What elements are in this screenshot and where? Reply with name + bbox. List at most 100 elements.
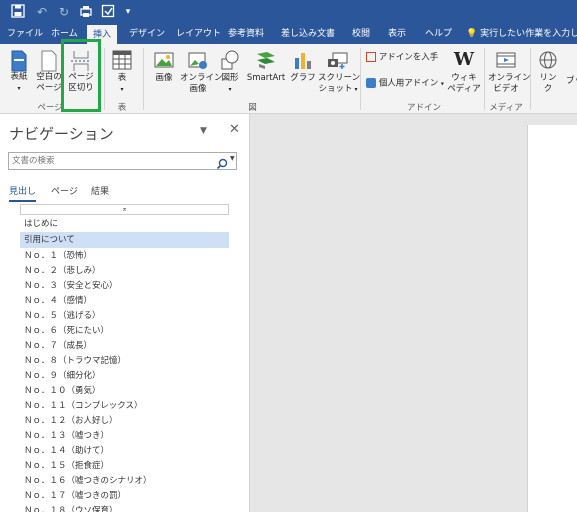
lightbulb-icon: 💡: [466, 29, 478, 39]
online-video-label-1: オンライン: [488, 73, 531, 83]
tell-me-text: 実行したい作業を入力して: [480, 29, 577, 39]
document-page[interactable]: [527, 125, 577, 512]
screenshot-button[interactable]: スクリーン ショット ▾: [318, 50, 361, 95]
heading-item[interactable]: Ｎｏ．１１（コンプレックス）: [20, 398, 229, 414]
redo-icon[interactable]: ↻: [56, 4, 72, 20]
separator: [530, 48, 531, 110]
heading-item[interactable]: Ｎｏ．２（悲しみ）: [20, 263, 229, 279]
tab-view[interactable]: 表示: [388, 24, 406, 44]
table-button[interactable]: 表 ▾: [110, 50, 134, 95]
heading-item[interactable]: Ｎｏ．１４（助けて）: [20, 443, 229, 459]
online-video-label-2: ビデオ: [493, 84, 519, 94]
nav-search-box: ▼: [8, 152, 237, 170]
separator: [104, 48, 105, 110]
screenshot-icon: [327, 50, 349, 70]
heading-item[interactable]: Ｎｏ．９（細分化）: [20, 368, 229, 384]
online-video-icon: [496, 50, 516, 70]
tab-file[interactable]: ファイル: [7, 24, 43, 44]
tab-results[interactable]: 結果: [91, 184, 109, 197]
save-as-icon[interactable]: [100, 4, 116, 20]
chart-label: グラフ: [290, 73, 316, 83]
bookmark-button[interactable]: ブッ: [566, 76, 577, 87]
tab-mailings[interactable]: 差し込み文書: [281, 24, 335, 44]
heading-item-selected[interactable]: 引用について: [20, 232, 229, 248]
tab-headings[interactable]: 見出し: [9, 184, 37, 202]
heading-item[interactable]: Ｎｏ．５（逃げる）: [20, 308, 229, 324]
get-addins-button[interactable]: アドインを入手: [366, 52, 438, 64]
tell-me-search[interactable]: 💡 実行したい作業を入力して: [466, 24, 577, 44]
wikipedia-button[interactable]: W ウィキ ペディア: [446, 50, 482, 95]
tab-help[interactable]: ヘルプ: [425, 24, 452, 44]
smartart-button[interactable]: SmartArt: [244, 50, 288, 84]
picture-button[interactable]: 画像: [150, 50, 178, 84]
table-icon: [112, 50, 132, 70]
online-pictures-label-2: 画像: [189, 84, 207, 94]
screenshot-label-2-wrap: ショット ▾: [318, 84, 358, 94]
screenshot-label-2: ショット: [318, 84, 353, 94]
illustrations-group-label: 図: [248, 103, 257, 113]
screenshot-label-1: スクリーン: [318, 73, 361, 83]
online-pictures-label-1: オンライン: [180, 73, 223, 83]
my-addins-label: 個人用アドイン: [378, 78, 439, 89]
addins-group-label: アドイン: [406, 103, 441, 113]
table-label: 表: [117, 73, 127, 83]
save-icon[interactable]: [10, 4, 26, 20]
chart-button[interactable]: グラフ: [290, 50, 316, 84]
search-icon[interactable]: [216, 155, 228, 170]
get-addins-label: アドインを入手: [378, 52, 439, 63]
dropdown-caret-icon: ▾: [120, 86, 124, 93]
store-icon: [366, 52, 376, 62]
bookmark-label: ブッ: [566, 76, 577, 86]
heading-item[interactable]: Ｎｏ．１７（嘘つきの罰）: [20, 488, 229, 504]
chevron-down-icon[interactable]: ▼: [230, 155, 235, 162]
heading-item[interactable]: Ｎｏ．３（安全と安心）: [20, 278, 229, 294]
online-video-button[interactable]: オンライン ビデオ: [488, 50, 531, 95]
heading-item[interactable]: Ｎｏ．１６（嘘つきのシナリオ）: [20, 473, 229, 489]
title-bar: ↶ ↻ ▾: [0, 0, 577, 24]
heading-item[interactable]: Ｎｏ．１２（お人好し）: [20, 413, 229, 429]
print-preview-icon[interactable]: [78, 4, 94, 20]
tab-references[interactable]: 参考資料: [228, 24, 264, 44]
heading-item[interactable]: はじめに: [20, 216, 229, 232]
picture-icon: [154, 50, 174, 70]
shapes-button[interactable]: 図形 ▾: [218, 50, 242, 95]
heading-item[interactable]: Ｎｏ．１３（嘘つき）: [20, 428, 229, 444]
close-icon[interactable]: ✕: [229, 122, 240, 137]
collapse-all-button[interactable]: ⌅: [20, 204, 229, 215]
heading-item[interactable]: Ｎｏ．１８（ウソ保育）: [20, 503, 229, 512]
cover-page-button[interactable]: 表紙 ▾: [7, 50, 31, 94]
heading-item[interactable]: Ｎｏ．１（恐怖）: [20, 248, 229, 264]
search-input[interactable]: [9, 153, 209, 169]
tab-review[interactable]: 校閲: [352, 24, 370, 44]
tab-layout[interactable]: レイアウト: [176, 24, 221, 44]
nav-options-icon[interactable]: ▼: [200, 126, 207, 136]
tab-pages[interactable]: ページ: [51, 184, 78, 197]
heading-item[interactable]: Ｎｏ．８（トラウマ記憶）: [20, 353, 229, 369]
dropdown-caret-icon: ▾: [17, 85, 21, 92]
smartart-label: SmartArt: [246, 73, 286, 83]
navigation-pane: ナビゲーション ▼ ✕ ▼ 見出し ページ 結果 ⌅ はじめに 引用について Ｎ…: [0, 114, 250, 512]
tab-design[interactable]: デザイン: [129, 24, 165, 44]
link-label-1: リン: [539, 73, 557, 83]
dropdown-caret-icon: ▾: [440, 80, 444, 88]
media-group-label: メディア: [489, 103, 523, 113]
link-label-2: ク: [543, 84, 553, 94]
heading-item[interactable]: Ｎｏ．７（成長）: [20, 338, 229, 354]
separator: [143, 48, 144, 110]
online-pictures-button[interactable]: オンライン 画像: [180, 50, 223, 95]
table-group-label: 表: [117, 103, 127, 113]
heading-item[interactable]: Ｎｏ．４（感情）: [20, 293, 229, 309]
shapes-label: 図形: [221, 73, 239, 83]
heading-item[interactable]: Ｎｏ．６（死にたい）: [20, 323, 229, 339]
blank-page-button[interactable]: 空白の ページ: [34, 50, 64, 94]
undo-icon[interactable]: ↶: [34, 4, 50, 20]
customize-qat-icon[interactable]: ▾: [120, 4, 136, 20]
my-addins-button[interactable]: 個人用アドイン ▾: [366, 78, 444, 90]
link-button[interactable]: リン ク: [536, 50, 560, 95]
wikipedia-icon: W: [453, 49, 475, 70]
heading-item[interactable]: Ｎｏ．１５（拒食症）: [20, 458, 229, 474]
heading-item[interactable]: Ｎｏ．１０（勇気）: [20, 383, 229, 399]
separator: [360, 48, 361, 110]
wikipedia-label-1: ウィキ: [451, 73, 477, 83]
online-pictures-icon: [188, 50, 208, 70]
